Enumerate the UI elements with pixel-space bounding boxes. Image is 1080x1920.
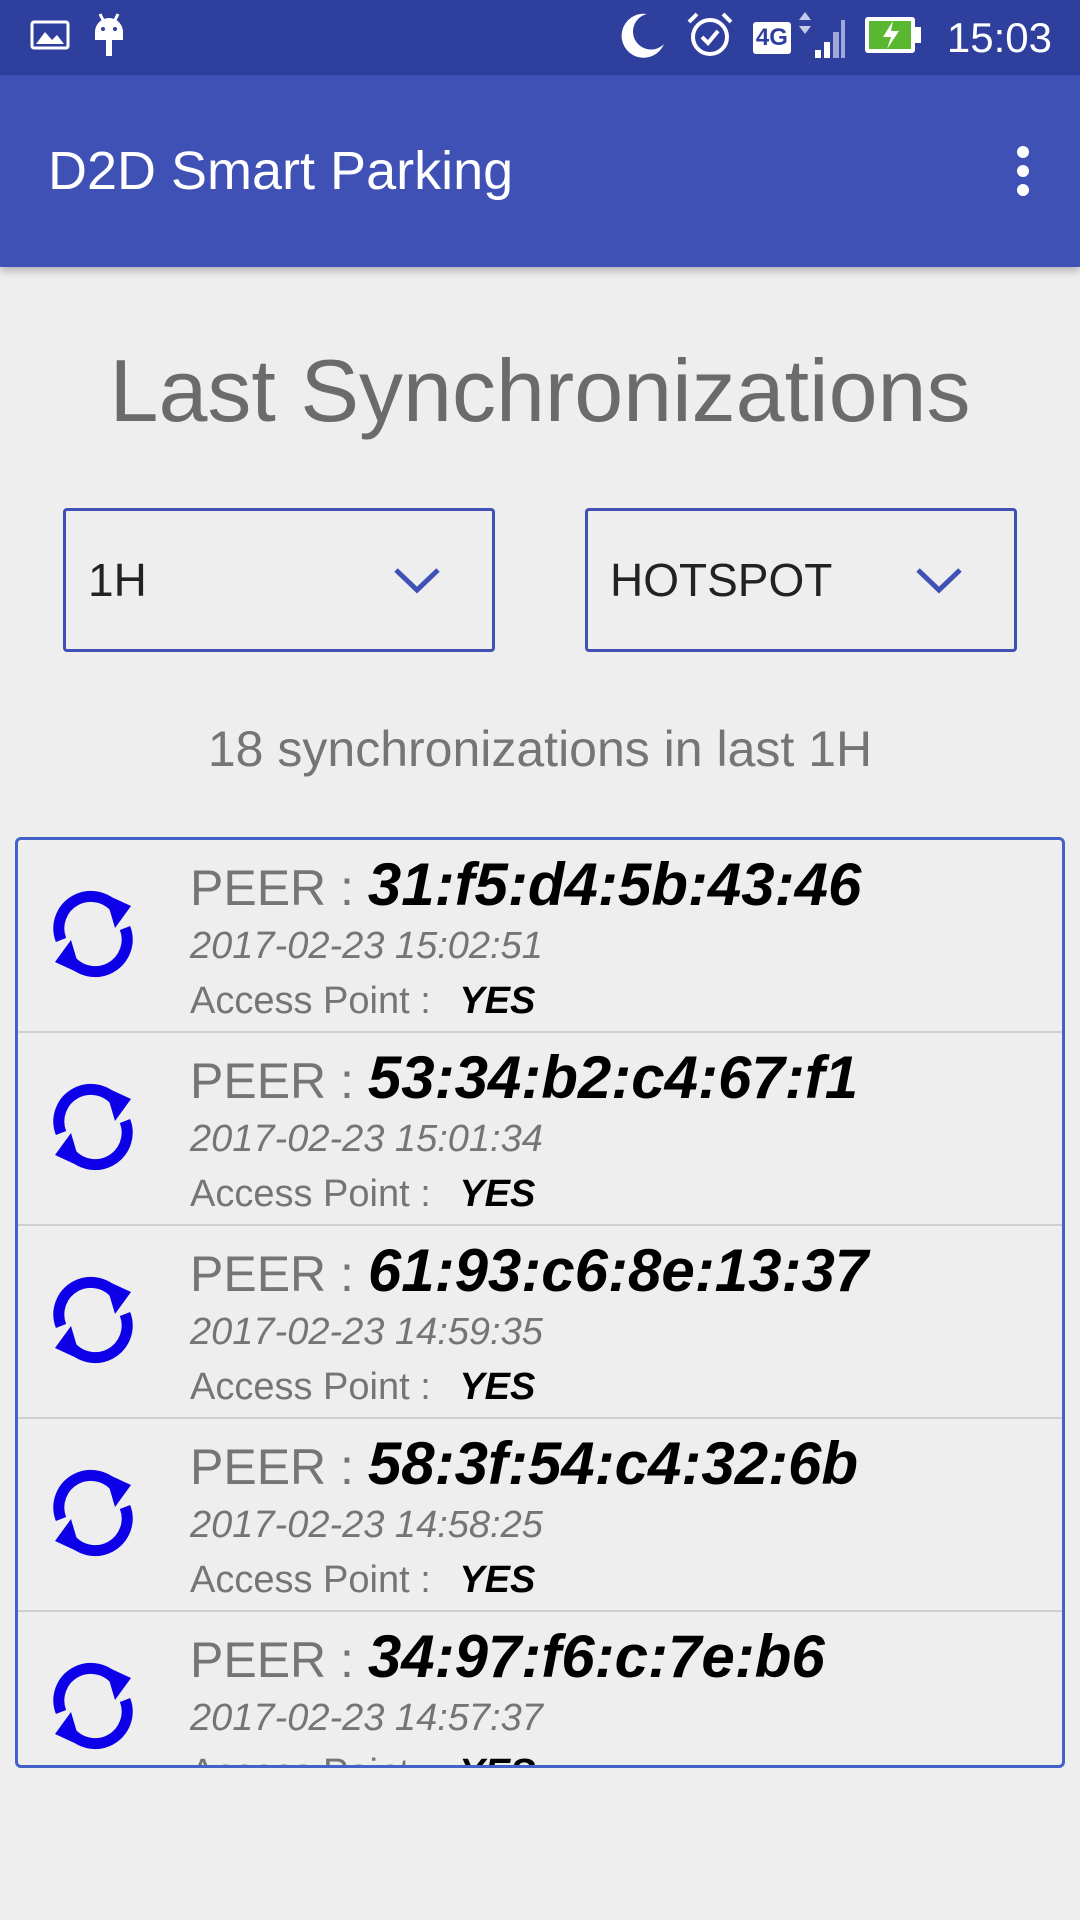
moon-icon <box>617 10 667 65</box>
access-point-line: Access Point : YES <box>190 1559 535 1602</box>
peer-label: PEER : <box>190 1632 368 1688</box>
peer-label: PEER : <box>190 860 368 916</box>
list-item[interactable]: PEER : 61:93:c6:8e:13:37 2017-02-23 14:5… <box>18 1226 1062 1419</box>
image-icon <box>30 20 70 55</box>
sync-icon <box>53 890 133 978</box>
access-point-value: YES <box>459 1173 536 1215</box>
period-spinner[interactable]: 1H <box>63 508 495 652</box>
sync-icon <box>53 1662 133 1750</box>
peer-line: PEER : 31:f5:d4:5b:43:46 <box>190 850 861 919</box>
sync-count-text: 18 synchronizations in last 1H <box>207 721 873 777</box>
app-bar: D2D Smart Parking <box>0 75 1080 267</box>
sync-icon <box>53 1469 133 1557</box>
list-item[interactable]: PEER : 31:f5:d4:5b:43:46 2017-02-23 15:0… <box>18 840 1062 1033</box>
chevron-down-icon <box>394 568 440 594</box>
sync-icon <box>53 1276 133 1364</box>
sync-timestamp: 2017-02-23 14:58:25 <box>190 1504 543 1546</box>
peer-mac: 58:3f:54:c4:32:6b <box>367 1430 859 1497</box>
access-point-line: Access Point : YES <box>190 980 535 1023</box>
more-options-button[interactable] <box>998 131 1048 211</box>
access-point-label: Access Point : <box>190 1559 442 1601</box>
peer-label: PEER : <box>190 1053 368 1109</box>
access-point-label: Access Point : <box>190 1366 442 1408</box>
mode-spinner[interactable]: HOTSPOT <box>585 508 1017 652</box>
network-4g-icon: 4G <box>752 21 791 54</box>
android-icon <box>92 12 126 63</box>
sync-icon <box>53 1083 133 1171</box>
period-spinner-value: 1H <box>88 554 147 606</box>
access-point-label: Access Point : <box>190 980 442 1022</box>
sync-timestamp: 2017-02-23 14:57:37 <box>190 1697 543 1739</box>
access-point-line: Access Point : YES <box>190 1366 535 1409</box>
battery-charging-icon <box>863 15 923 60</box>
access-point-value: YES <box>459 980 536 1022</box>
access-point-label: Access Point : <box>190 1752 441 1765</box>
access-point-line: Access Point : YES <box>190 1752 535 1765</box>
peer-label: PEER : <box>190 1246 368 1302</box>
app-title: D2D Smart Parking <box>48 141 514 201</box>
signal-icon <box>795 12 845 63</box>
sync-timestamp: 2017-02-23 15:02:51 <box>190 925 543 967</box>
status-bar: 4G 15:03 <box>0 0 1080 75</box>
peer-mac: 53:34:b2:c4:67:f1 <box>367 1044 859 1111</box>
sync-timestamp: 2017-02-23 15:01:34 <box>190 1118 543 1160</box>
list-item[interactable]: PEER : 34:97:f6:c:7e:b6 2017-02-23 14:57… <box>18 1612 1062 1765</box>
peer-mac: 34:97:f6:c:7e:b6 <box>367 1623 825 1690</box>
sync-timestamp: 2017-02-23 14:59:35 <box>190 1311 543 1353</box>
access-point-value: YES <box>459 1559 536 1601</box>
access-point-label: Access Point : <box>190 1173 442 1215</box>
list-item[interactable]: PEER : 58:3f:54:c4:32:6b 2017-02-23 14:5… <box>18 1419 1062 1612</box>
peer-label: PEER : <box>190 1439 368 1495</box>
access-point-value: YES <box>459 1366 536 1408</box>
peer-mac: 31:f5:d4:5b:43:46 <box>367 851 862 918</box>
access-point-line: Access Point : YES <box>190 1173 535 1216</box>
access-point-value: YES <box>459 1752 535 1765</box>
page-title: Last Synchronizations <box>109 341 971 440</box>
peer-line: PEER : 53:34:b2:c4:67:f1 <box>190 1043 858 1112</box>
more-vert-icon <box>1017 146 1029 196</box>
peer-line: PEER : 58:3f:54:c4:32:6b <box>190 1429 858 1498</box>
peer-line: PEER : 34:97:f6:c:7e:b6 <box>190 1622 825 1691</box>
peer-line: PEER : 61:93:c6:8e:13:37 <box>190 1236 868 1305</box>
sync-list[interactable]: PEER : 31:f5:d4:5b:43:46 2017-02-23 15:0… <box>15 837 1065 1768</box>
list-item[interactable]: PEER : 53:34:b2:c4:67:f1 2017-02-23 15:0… <box>18 1033 1062 1226</box>
peer-mac: 61:93:c6:8e:13:37 <box>367 1237 869 1304</box>
alarm-icon <box>685 10 735 65</box>
chevron-down-icon <box>916 568 962 594</box>
mode-spinner-value: HOTSPOT <box>610 554 833 606</box>
status-time: 15:03 <box>946 13 1052 61</box>
